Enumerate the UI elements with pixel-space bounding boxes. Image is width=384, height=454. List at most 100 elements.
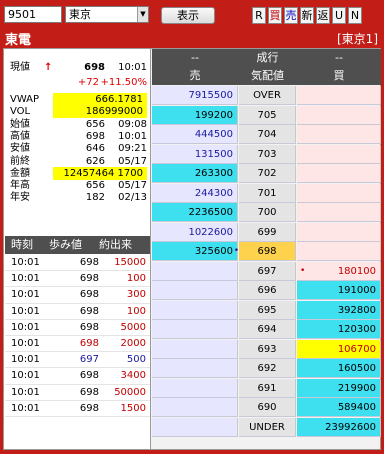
trade-history-list[interactable]: 10:01 698 15000 10:01 698 100 10:01 698 300 10:01… — [5, 255, 150, 417]
ask-quantity-cell[interactable] — [152, 398, 238, 417]
quote-price-cell[interactable]: 704 — [239, 125, 296, 144]
ask-quantity-cell[interactable]: 131500 — [152, 144, 238, 164]
quote-row-value: 698 — [85, 130, 105, 142]
quote-price-cell[interactable]: 699 — [239, 222, 296, 242]
trade-row[interactable]: 10:01 698 2000 — [5, 336, 150, 353]
trade-row[interactable]: 10:01 698 50000 — [5, 385, 150, 401]
quote-price-cell[interactable]: 703 — [239, 144, 296, 164]
bid-quantity-cell[interactable]: 392800 — [297, 300, 381, 320]
stock-name: 東電 — [5, 33, 32, 48]
ask-quantity-cell[interactable]: 263300 — [152, 164, 238, 183]
trade-row[interactable]: 10:01 698 1500 — [5, 401, 150, 417]
quote-price-cell[interactable]: 695 — [239, 300, 296, 320]
trade-time: 10:01 — [11, 402, 40, 414]
bid-marker-icon: • — [300, 265, 306, 276]
ask-quantity-cell[interactable] — [152, 417, 238, 437]
bid-market-order: -- — [335, 51, 343, 64]
trade-row[interactable]: 10:01 698 100 — [5, 271, 150, 288]
buy-button[interactable]: 買 — [268, 7, 282, 24]
ask-quantity-cell[interactable]: 2236500 — [152, 203, 238, 222]
quote-price-cell[interactable]: 694 — [239, 320, 296, 339]
quote-row: 安値 646 09:21 — [4, 142, 151, 155]
ask-quantity-cell[interactable] — [152, 378, 238, 398]
bid-quantity-cell[interactable] — [297, 222, 381, 242]
trade-row[interactable]: 10:01 698 100 — [5, 304, 150, 320]
quote-price-cell[interactable]: 698 — [239, 242, 296, 261]
quote-price: 696 — [257, 285, 277, 296]
ask-header: 売 — [189, 69, 201, 82]
trade-row[interactable]: 10:01 698 300 — [5, 287, 150, 304]
quote-price-cell[interactable]: 700 — [239, 203, 296, 222]
bid-quantity-cell[interactable]: 191000 — [297, 281, 381, 300]
bid-quantity-cell[interactable] — [297, 144, 381, 164]
trade-price: 697 — [79, 354, 99, 366]
chevron-down-icon[interactable]: ▼ — [137, 7, 148, 22]
quote-price-cell[interactable]: 702 — [239, 164, 296, 183]
bid-quantity-cell[interactable] — [297, 125, 381, 144]
bid-quantity-cell[interactable]: 23992600 — [297, 417, 381, 437]
ask-quantity-cell[interactable] — [152, 281, 238, 300]
bid-quantity-cell[interactable]: 589400 — [297, 398, 381, 417]
refresh-button[interactable]: R — [252, 7, 266, 24]
bid-quantity-cell[interactable]: 219900 — [297, 378, 381, 398]
trade-price: 698 — [79, 402, 99, 414]
bid-quantity-cell[interactable]: 106700 — [297, 339, 381, 359]
ask-quantity-cell[interactable]: 244300 — [152, 183, 238, 203]
quote-price-cell[interactable]: 692 — [239, 359, 296, 378]
trade-row[interactable]: 10:01 698 15000 — [5, 255, 150, 272]
trade-row[interactable]: 10:01 698 5000 — [5, 320, 150, 336]
next-button[interactable]: N — [348, 7, 362, 24]
trade-volume: 5000 — [120, 321, 146, 333]
close-order-button[interactable]: 返 — [316, 7, 330, 24]
show-button[interactable]: 表示 — [161, 7, 215, 24]
quote-price-cell[interactable]: 691 — [239, 378, 296, 398]
ask-quantity: 325600 — [194, 246, 233, 257]
trade-row[interactable]: 10:01 698 3400 — [5, 368, 150, 385]
bid-quantity-cell[interactable]: 160500 — [297, 359, 381, 378]
trade-volume: 50000 — [114, 386, 146, 398]
quote-price: 702 — [257, 168, 277, 179]
ask-quantity-cell[interactable] — [152, 300, 238, 320]
new-order-button[interactable]: 新 — [300, 7, 314, 24]
bid-quantity-cell[interactable] — [297, 183, 381, 203]
bid-quantity-cell[interactable] — [297, 164, 381, 183]
bid-quantity: 219900 — [337, 382, 376, 394]
sell-button[interactable]: 売 — [284, 7, 298, 24]
quote-row-label: 安値 — [10, 143, 30, 155]
ask-quantity-cell[interactable]: 325600 • — [152, 242, 239, 261]
bid-quantity-cell[interactable]: 120300 — [297, 320, 381, 339]
ask-quantity-cell[interactable] — [152, 359, 238, 378]
trade-row[interactable]: 10:01 697 500 — [5, 352, 150, 369]
quote-price-cell[interactable]: 696 — [239, 281, 296, 300]
quote-row-highlight: 12457464 1700 — [53, 166, 147, 180]
bid-quantity-cell[interactable] — [297, 203, 381, 222]
quote-price-cell[interactable]: 701 — [239, 183, 296, 203]
bid-quantity-cell[interactable] — [297, 242, 381, 261]
trade-price: 698 — [79, 386, 99, 398]
quote-price-cell[interactable]: 690 — [239, 398, 296, 417]
market-label: [東京1] — [337, 32, 378, 46]
ask-quantity-cell[interactable]: 7915500 — [152, 86, 238, 105]
ask-quantity-cell[interactable]: 444500 — [152, 125, 238, 144]
quote-price: 692 — [257, 363, 277, 374]
ask-quantity-cell[interactable]: 1022600 — [152, 222, 238, 242]
quote-price-cell[interactable]: 697 — [239, 261, 296, 281]
market-select[interactable]: 東京 ▼ — [65, 6, 149, 23]
stock-code-input[interactable]: 9501 — [4, 6, 62, 23]
trade-volume: 500 — [126, 354, 146, 366]
ask-quantity-cell[interactable] — [152, 261, 238, 281]
bid-quantity-cell[interactable]: • 180100 — [297, 261, 381, 281]
quote-price-cell[interactable]: UNDER — [239, 417, 296, 437]
ask-quantity-cell[interactable]: 199200 — [152, 105, 238, 125]
bid-quantity-cell[interactable] — [297, 86, 381, 105]
quote-price-cell[interactable]: OVER — [239, 86, 296, 105]
up-button[interactable]: U — [332, 7, 346, 24]
trade-price: 698 — [79, 337, 99, 349]
ask-quantity-cell[interactable] — [152, 339, 238, 359]
bid-quantity-cell[interactable] — [297, 105, 381, 125]
bid-quantity: 160500 — [337, 363, 376, 374]
ask-quantity-cell[interactable] — [152, 320, 238, 339]
quote-row-label: VOL — [10, 106, 31, 118]
quote-price-cell[interactable]: 693 — [239, 339, 296, 359]
quote-price-cell[interactable]: 705 — [239, 105, 296, 125]
